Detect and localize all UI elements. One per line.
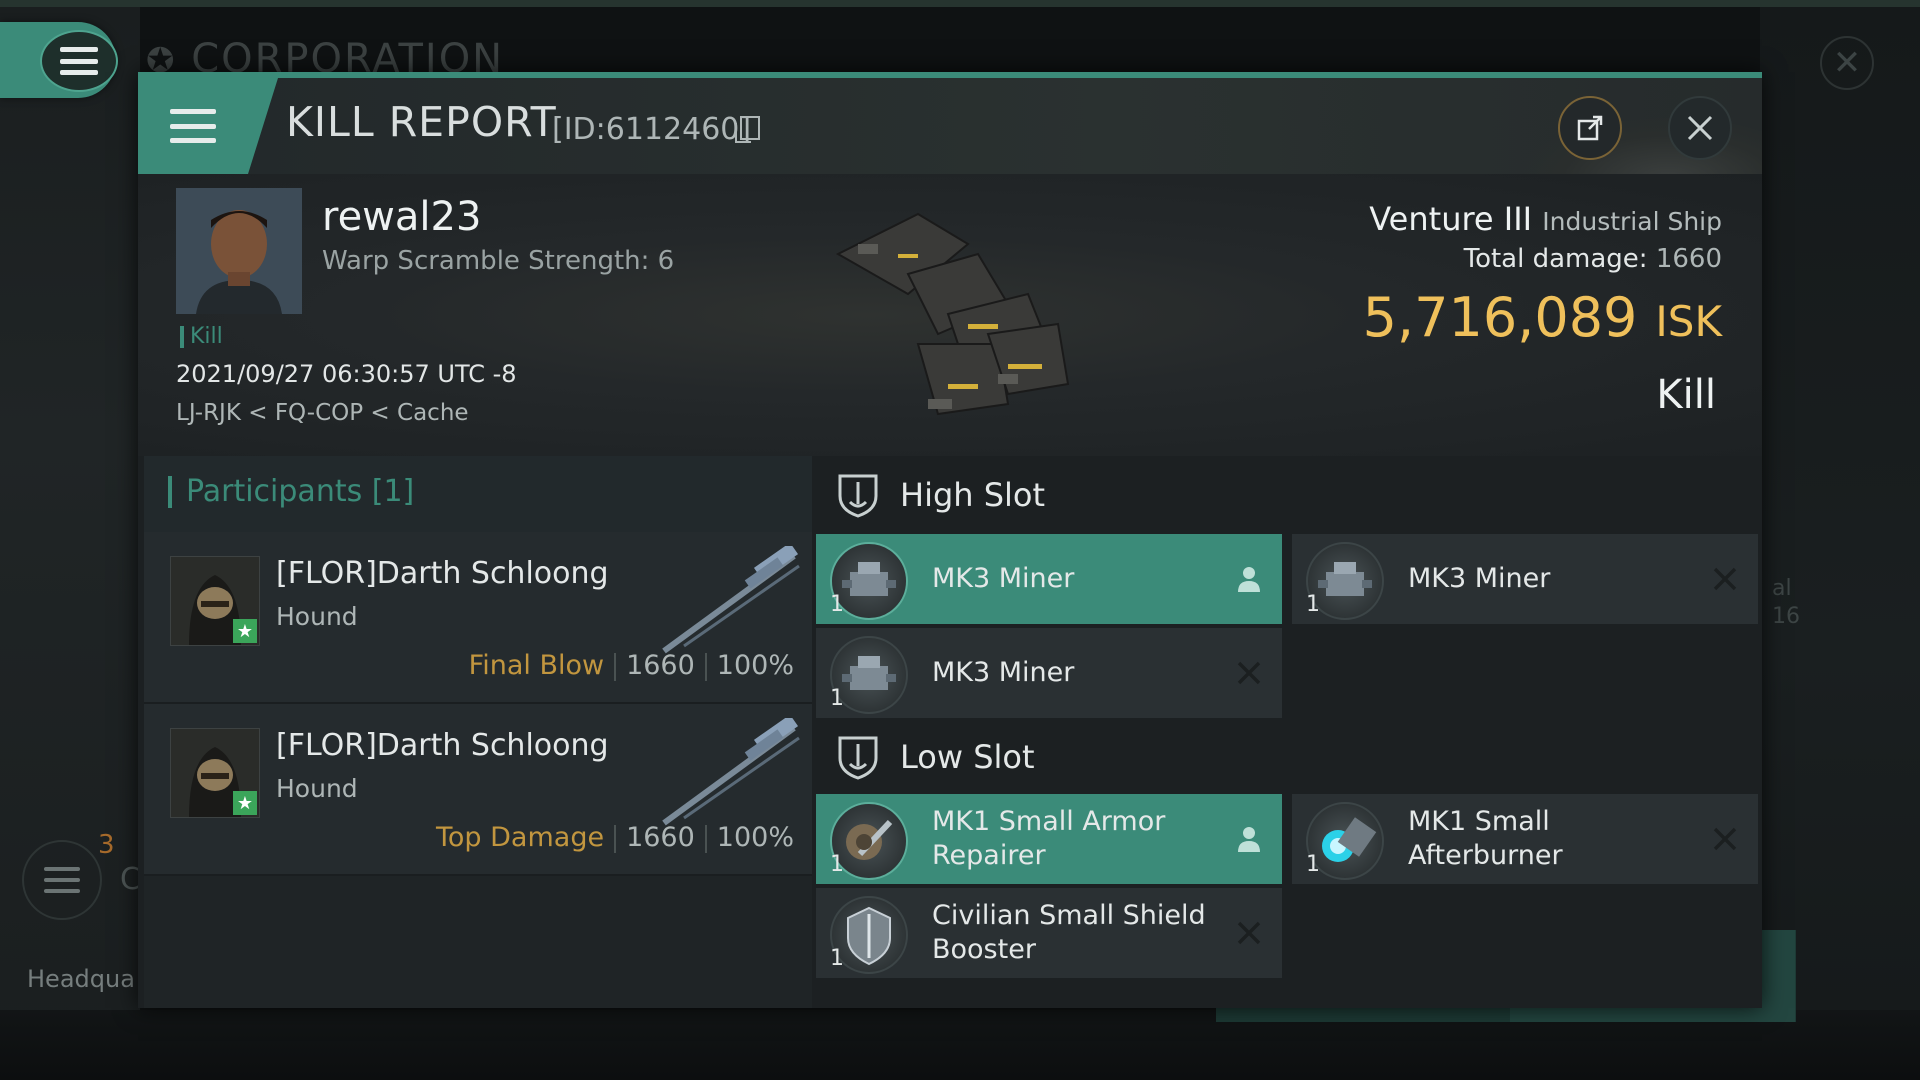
participants-title: Participants [1] [168,476,414,508]
participant-name: [FLOR]Darth Schloong [276,728,609,763]
close-button[interactable] [1668,96,1732,160]
hound-ship-icon [662,546,800,654]
participant-stats: Final Blow 1660 100% [468,650,794,681]
hamburger-icon [44,867,80,893]
module-quantity: 1 [830,592,844,617]
hamburger-icon [60,47,98,75]
participant-row[interactable]: ★ [FLOR]Darth Schloong Hound Top Damage 1… [144,704,812,876]
low-slot-icon [838,736,878,780]
module-slot[interactable]: 1 MK1 Small Afterburner [1292,794,1758,884]
header-slant [248,78,278,174]
module-quantity: 1 [830,852,844,877]
warp-scramble-strength: Warp Scramble Strength: 6 [322,246,675,276]
window-title: KILL REPORT [286,98,557,146]
victim-ship[interactable]: Venture III Industrial Ship [1369,200,1722,238]
victim-name[interactable]: rewal23 [322,194,481,240]
module-name: MK3 Miner [1408,563,1551,594]
low-slot-title: Low Slot [900,738,1035,776]
module-quantity: 1 [830,686,844,711]
notification-count: 3 [98,830,115,860]
fitted-person-icon [1238,827,1260,852]
participant-ship: Hound [276,602,358,631]
module-name: MK3 Miner [932,563,1075,594]
module-slot[interactable]: 1 MK3 Miner [1292,534,1758,624]
participant-avatar[interactable]: ★ [170,728,260,818]
total-damage: Total damage: 1660 [1463,244,1722,274]
destroyed-x-icon [1713,567,1737,591]
module-quantity: 1 [1306,592,1320,617]
victim-portrait[interactable] [176,188,302,314]
fitted-person-icon [1238,567,1260,592]
headquarters-label: Headqua [27,965,135,993]
star-icon: ★ [233,619,257,643]
window-menu-button[interactable] [138,78,248,174]
report-id: [ID:6112460] [552,112,752,147]
main-menu-button[interactable] [40,30,118,92]
hamburger-icon [170,109,216,143]
module-name: MK1 Small Armor Repairer [932,806,1166,871]
destroyed-x-icon [1237,921,1261,945]
background-right-text: al 16 [1772,576,1800,629]
hound-ship-icon [662,718,800,826]
high-slot-title: High Slot [900,476,1046,514]
high-slot-header: High Slot [816,456,1762,532]
participant-avatar[interactable]: ★ [170,556,260,646]
top-strip [0,0,1920,7]
destroyed-x-icon [1713,827,1737,851]
pilot-portrait-icon [176,188,302,314]
module-slot[interactable]: 1 MK1 Small Armor Repairer [816,794,1282,884]
module-name: Civilian Small Shield Booster [932,900,1206,965]
background-right-scene [1760,7,1920,1080]
module-slot[interactable]: 1 MK3 Miner [816,534,1282,624]
share-button[interactable] [1558,96,1622,160]
kill-report-window: KILL REPORT [ID:6112460] rewal23 Warp Sc… [138,72,1762,1008]
participants-header: Participants [1] [144,456,812,532]
copy-icon[interactable] [735,116,760,143]
share-icon [1577,115,1603,141]
participant-row[interactable]: ★ [FLOR]Darth Schloong Hound Final Blow 1… [144,532,812,704]
high-slot-icon [838,474,878,518]
side-menu-button[interactable] [22,840,102,920]
scroll-edge [816,998,1762,1008]
module-slot[interactable]: 1 Civilian Small Shield Booster [816,888,1282,978]
star-icon: ★ [233,791,257,815]
kill-tag: Kill [180,326,223,348]
fitting-slots-panel: High Slot 1 MK3 Miner 1 MK3 Miner 1 MK3 … [816,456,1762,1008]
ship-render-icon [835,212,1070,416]
participant-ship: Hound [276,774,358,803]
module-quantity: 1 [1306,852,1320,877]
isk-value: 5,716,089 ISK [1362,286,1722,349]
low-slot-header: Low Slot [816,718,1762,794]
window-header: KILL REPORT [ID:6112460] [138,78,1762,238]
participant-stats: Top Damage 1660 100% [436,822,794,853]
module-name: MK3 Miner [932,657,1075,688]
participant-name: [FLOR]Darth Schloong [276,556,609,591]
victim-summary: rewal23 Warp Scramble Strength: 6 Kill 2… [138,174,1762,456]
destroyed-x-icon [1237,661,1261,685]
kill-type: Kill [1656,372,1716,418]
kill-location[interactable]: LJ-RJK < FQ-COP < Cache [176,400,469,426]
module-quantity: 1 [830,946,844,971]
background-close-icon[interactable]: ✕ [1820,36,1874,90]
module-name: MK1 Small Afterburner [1408,806,1563,871]
kill-datetime: 2021/09/27 06:30:57 UTC -8 [176,360,517,388]
close-icon [1687,115,1713,141]
participants-panel: Participants [1] ★ [FLOR]Darth Schloong … [144,456,812,1008]
module-slot[interactable]: 1 MK3 Miner [816,628,1282,718]
